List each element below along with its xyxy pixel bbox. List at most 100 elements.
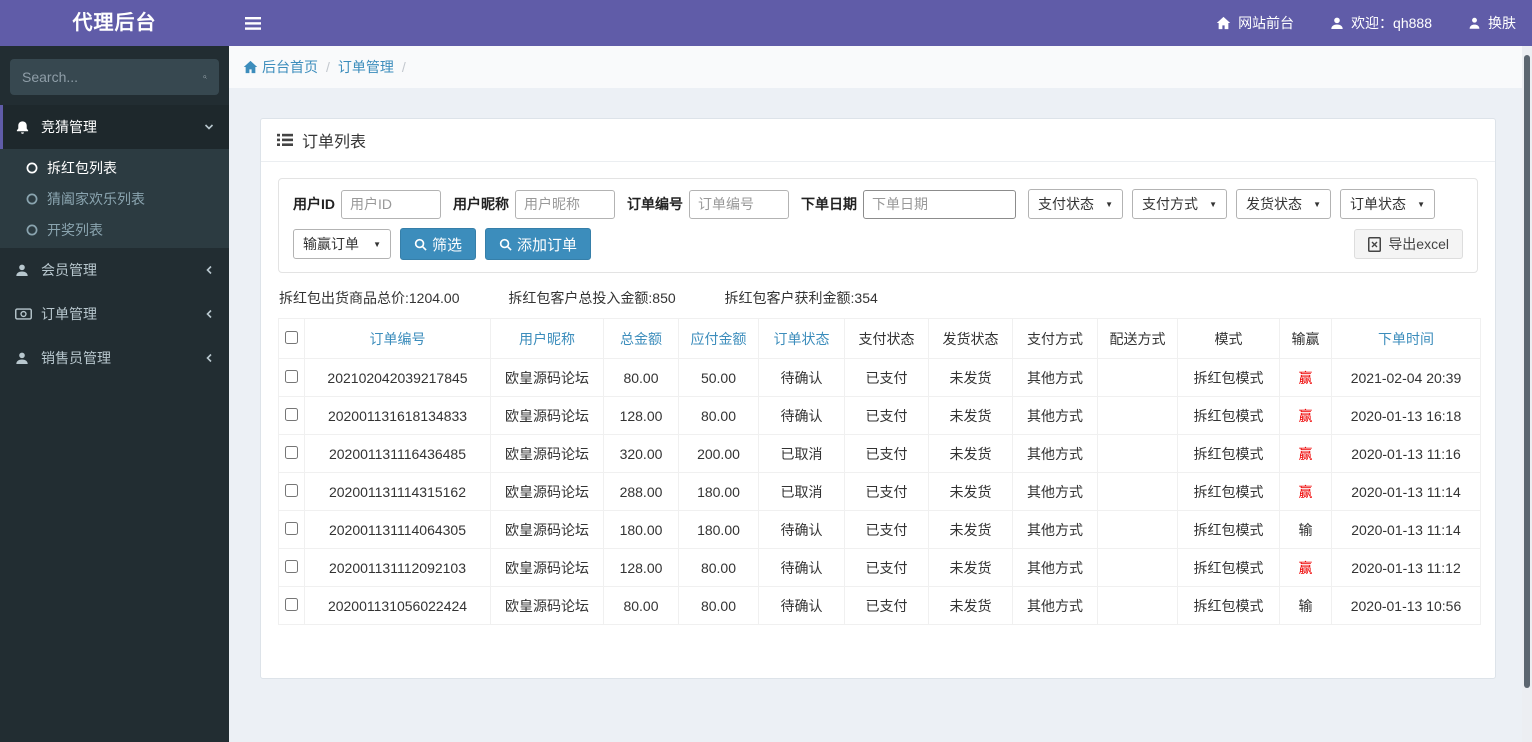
cell-time: 2020-01-13 16:18 — [1331, 396, 1481, 435]
order-list-panel: 订单列表 用户ID 用户昵称 订单编号 下单日期 支付状态 ▼ — [260, 118, 1496, 679]
export-excel-label: 导出excel — [1388, 236, 1449, 252]
column-header-order_status[interactable]: 订单状态 — [758, 318, 845, 359]
cell-total: 128.00 — [603, 548, 679, 587]
win-lose-select[interactable]: 输赢订单 ▼ — [293, 229, 391, 259]
breadcrumb-home-icon[interactable] — [243, 60, 258, 74]
chevron-left-icon — [204, 265, 214, 275]
row-select-checkbox[interactable] — [285, 407, 298, 421]
row-select-checkbox[interactable] — [285, 445, 298, 459]
caret-down-icon: ▼ — [1105, 199, 1113, 209]
search-icon[interactable] — [203, 70, 207, 84]
summary-total-invest: 拆红包客户总投入金额:850 — [508, 290, 676, 306]
column-header-order_no[interactable]: 订单编号 — [304, 318, 491, 359]
cell-ship_status: 未发货 — [928, 358, 1013, 397]
export-excel-button[interactable]: 导出excel — [1354, 229, 1463, 259]
breadcrumb-separator: / — [401, 59, 406, 75]
cell-ship_status: 未发货 — [928, 548, 1013, 587]
column-header-payable[interactable]: 应付金额 — [678, 318, 759, 359]
order-date-label: 下单日期 — [801, 196, 857, 212]
orders-table: 订单编号 用户昵称 总金额 应付金额 订单状态 支付状态 发货状态 支付方式 配送方式 模式 输赢下… — [278, 318, 1481, 625]
sidebar-item-salesman-management[interactable]: 销售员管理 — [0, 336, 229, 380]
cell-order_no: 202001131116436485 — [304, 434, 491, 473]
order-status-select[interactable]: 订单状态 ▼ — [1340, 189, 1435, 219]
cell-mode: 拆红包模式 — [1177, 586, 1280, 625]
cell-delivery — [1097, 586, 1178, 625]
scrollbar-thumb[interactable] — [1524, 55, 1530, 688]
add-order-button[interactable]: 添加订单 — [485, 228, 592, 260]
column-header-nickname[interactable]: 用户昵称 — [490, 318, 604, 359]
row-select-checkbox[interactable] — [285, 521, 298, 535]
filter-box: 用户ID 用户昵称 订单编号 下单日期 支付状态 ▼ 支付方式 ▼ — [278, 178, 1478, 273]
column-header-mode: 模式 — [1177, 318, 1280, 359]
cell-time: 2020-01-13 11:14 — [1331, 472, 1481, 511]
main-content: 后台首页 / 订单管理 / 订单列表 用户ID 用户昵称 订单编号 下单日期 — [229, 46, 1532, 742]
cell-ship_status: 未发货 — [928, 434, 1013, 473]
welcome-user[interactable]: 欢迎：qh888 — [1330, 13, 1432, 33]
brand-logo[interactable]: 代理后台 — [0, 0, 229, 46]
column-header-time[interactable]: 下单时间 — [1331, 318, 1481, 359]
row-select-cell — [278, 472, 305, 511]
sidebar-item-lottery-list[interactable]: 开奖列表 — [0, 214, 229, 245]
sidebar-toggle-button[interactable] — [243, 13, 263, 34]
front-site-label: 网站前台 — [1238, 15, 1295, 31]
breadcrumb-current-link[interactable]: 订单管理 — [338, 57, 394, 77]
cell-pay_status: 已支付 — [844, 472, 929, 511]
table-header-row: 订单编号 用户昵称 总金额 应付金额 订单状态 支付状态 发货状态 支付方式 配送方式 模式 输赢下… — [278, 318, 1481, 359]
breadcrumb-home-link[interactable]: 后台首页 — [262, 57, 318, 77]
user-id-input[interactable] — [341, 189, 441, 219]
column-header-total[interactable]: 总金额 — [603, 318, 679, 359]
cell-order_no: 202001131056022424 — [304, 586, 491, 625]
sidebar-item-member-management[interactable]: 会员管理 — [0, 248, 229, 292]
summary-bar: 拆红包出货商品总价:1204.00 拆红包客户总投入金额:850 拆红包客户获利… — [279, 288, 1478, 308]
pay-method-select[interactable]: 支付方式 ▼ — [1132, 189, 1227, 219]
ship-status-select[interactable]: 发货状态 ▼ — [1236, 189, 1331, 219]
sidebar-item-label: 竞猜管理 — [41, 119, 97, 135]
cell-payable: 200.00 — [678, 434, 759, 473]
table-row: 202001131114064305 欧皇源码论坛 180.00 180.00 待确认已… — [278, 510, 1481, 549]
row-select-cell — [278, 396, 305, 435]
cell-order_no: 202001131114064305 — [304, 510, 491, 549]
cell-order_status: 待确认 — [758, 510, 845, 549]
cell-order_status: 待确认 — [758, 548, 845, 587]
change-skin-button[interactable]: 换肤 — [1468, 13, 1516, 33]
sidebar-item-family-fun-list[interactable]: 猜阖家欢乐列表 — [0, 183, 229, 214]
cell-order_no: 202001131114315162 — [304, 472, 491, 511]
cell-mode: 拆红包模式 — [1177, 396, 1280, 435]
guess-submenu: 拆红包列表 猜阖家欢乐列表 开奖列表 — [0, 149, 229, 248]
sidebar-item-order-management[interactable]: 订单管理 — [0, 292, 229, 336]
navbar-right: 网站前台 欢迎：qh888 换肤 — [1216, 13, 1516, 33]
filter-button[interactable]: 筛选 — [400, 228, 477, 260]
sidebar-search-input[interactable] — [22, 69, 203, 85]
cell-mode: 拆红包模式 — [1177, 510, 1280, 549]
row-select-cell — [278, 586, 305, 625]
cell-total: 80.00 — [603, 358, 679, 397]
sidebar-item-red-packet-list[interactable]: 拆红包列表 — [0, 152, 229, 183]
column-header-pay_method: 支付方式 — [1012, 318, 1098, 359]
row-select-checkbox[interactable] — [285, 483, 298, 497]
filter-button-label: 筛选 — [432, 236, 463, 254]
cell-total: 80.00 — [603, 586, 679, 625]
row-select-checkbox[interactable] — [285, 369, 298, 383]
nickname-input[interactable] — [515, 189, 615, 219]
cell-time: 2020-01-13 10:56 — [1331, 586, 1481, 625]
sidebar-search — [10, 59, 219, 95]
order-no-input[interactable] — [689, 189, 789, 219]
order-status-select-value: 订单状态 — [1350, 196, 1406, 212]
scrollbar-track[interactable] — [1522, 46, 1532, 742]
select-all-checkbox[interactable] — [285, 330, 298, 344]
breadcrumb-separator: / — [326, 59, 330, 75]
cell-pay_method: 其他方式 — [1012, 586, 1098, 625]
cell-order_status: 待确认 — [758, 358, 845, 397]
front-site-link[interactable]: 网站前台 — [1216, 13, 1294, 33]
money-icon — [15, 308, 41, 320]
cell-payable: 50.00 — [678, 358, 759, 397]
cell-payable: 80.00 — [678, 548, 759, 587]
cell-nickname: 欧皇源码论坛 — [490, 510, 604, 549]
row-select-checkbox[interactable] — [285, 559, 298, 573]
order-date-input[interactable] — [863, 189, 1016, 219]
pay-status-select[interactable]: 支付状态 ▼ — [1028, 189, 1123, 219]
sidebar-item-guess-management[interactable]: 竞猜管理 — [0, 105, 229, 149]
row-select-checkbox[interactable] — [285, 597, 298, 611]
cell-mode: 拆红包模式 — [1177, 548, 1280, 587]
cell-total: 180.00 — [603, 510, 679, 549]
